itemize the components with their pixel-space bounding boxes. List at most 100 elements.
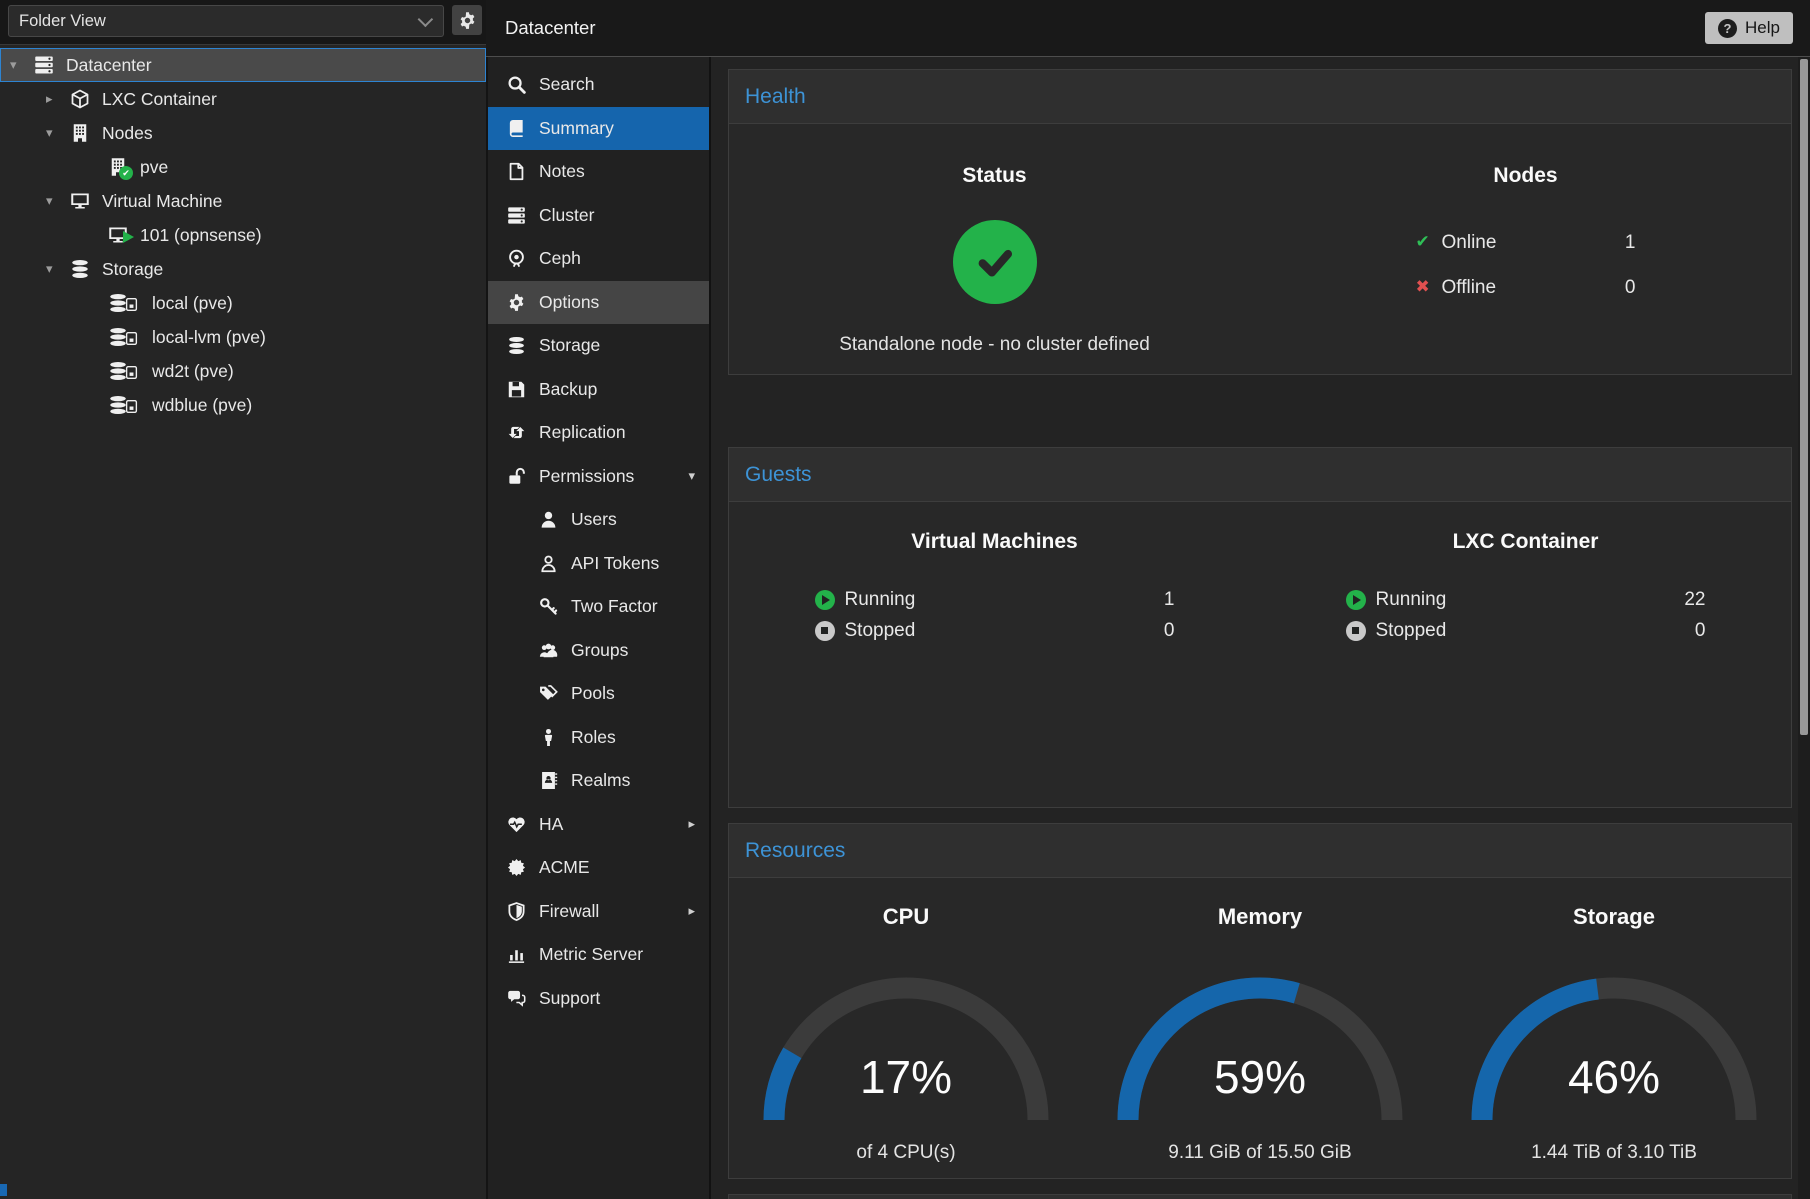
server-icon [506,205,527,226]
tree-item-local-lvm-pve[interactable]: local-lvm (pve) [0,320,486,354]
building-icon [70,123,94,143]
tree-item-local-pve[interactable]: local (pve) [0,286,486,320]
chart-icon [506,944,527,965]
cpu-sub-label: of 4 CPU(s) [856,1142,955,1164]
ceph-icon [506,248,527,269]
person-icon [539,728,558,747]
tree-item-storage[interactable]: ▾ Storage [0,252,486,286]
cross-icon: ✖ [1416,277,1442,297]
view-mode-select[interactable]: Folder View [8,5,444,37]
guest-status-value: 0 [1695,620,1706,642]
guest-status-row: Running1 [815,584,1175,615]
nav-item-ceph[interactable]: Ceph [488,237,709,281]
node-status-value: 0 [1625,277,1636,299]
tree-item-datacenter[interactable]: ▾Datacenter [0,48,486,82]
nav-item-two-factor[interactable]: Two Factor [488,585,709,629]
tree-bottom-accent [0,1184,7,1196]
node-status-row: ✔Online1 [1416,232,1636,277]
nav-item-label: Roles [571,727,616,748]
nav-item-search[interactable]: Search [488,63,709,107]
status-ok-icon [953,220,1037,304]
desktop-icon [108,225,132,245]
nav-item-realms[interactable]: Realms [488,759,709,803]
resources-panel: Resources CPU 17% of 4 CPU(s) Memory [728,823,1792,1179]
nav-item-notes[interactable]: Notes [488,150,709,194]
page-title: Datacenter [505,17,596,39]
key-icon [539,597,558,616]
storage-drive-icon [108,361,144,381]
note-icon [506,161,527,182]
tree-item-label: pve [140,157,168,178]
ceph-icon [507,249,526,268]
stopped-icon [815,621,835,641]
nav-item-label: Users [571,509,617,530]
cube-icon [70,89,90,109]
comments-icon [507,989,526,1008]
nav-item-permissions[interactable]: Permissions▾ [488,455,709,499]
nav-item-label: Firewall [539,901,599,922]
nav-item-users[interactable]: Users [488,498,709,542]
floppy-icon [506,379,527,400]
caret-expanded-icon[interactable]: ▾ [46,261,70,277]
tree-item-101-opnsense[interactable]: 101 (opnsense) [0,218,486,252]
nav-item-summary[interactable]: Summary [488,107,709,151]
content-scrollbar[interactable] [1798,57,1810,1199]
nav-item-label: Options [539,292,599,313]
nav-item-firewall[interactable]: Firewall▸ [488,890,709,934]
tree-item-pve[interactable]: ✔pve [0,150,486,184]
tree-item-virtual-machine[interactable]: ▾Virtual Machine [0,184,486,218]
nav-item-label: Cluster [539,205,594,226]
nav-item-ha[interactable]: HA▸ [488,803,709,847]
nav-item-support[interactable]: Support [488,977,709,1021]
nav-item-backup[interactable]: Backup [488,368,709,412]
cpu-gauge-column: CPU 17% of 4 CPU(s) [729,878,1083,1164]
caret-expanded-icon[interactable]: ▾ [46,193,70,209]
retweet-icon [506,422,527,443]
nav-item-api-tokens[interactable]: API Tokens [488,542,709,586]
nav-item-storage[interactable]: Storage [488,324,709,368]
retweet-icon [507,423,526,442]
memory-percent: 59% [1110,1050,1410,1104]
vm-heading: Virtual Machines [911,530,1078,554]
nav-item-replication[interactable]: Replication [488,411,709,455]
tree-settings-button[interactable] [452,5,482,35]
tree-item-nodes[interactable]: ▾Nodes [0,116,486,150]
nav-item-label: Ceph [539,248,581,269]
db-icon [507,336,526,355]
nav-item-pools[interactable]: Pools [488,672,709,716]
nav-item-acme[interactable]: ACME [488,846,709,890]
search-icon [507,75,526,94]
node-status-value: 1 [1625,232,1636,254]
guest-status-value: 1 [1164,589,1175,611]
help-button[interactable]: ? Help [1705,12,1793,44]
memory-gauge: 59% [1110,972,1410,1130]
guest-status-label: Stopped [1376,620,1447,642]
nav-item-groups[interactable]: Groups [488,629,709,673]
chevron-right-icon: ▸ [688,816,695,832]
tree-item-wdblue-pve[interactable]: wdblue (pve) [0,388,486,422]
guests-panel-title: Guests [729,448,1791,502]
node-status-row: ✖Offline0 [1416,277,1636,322]
guest-status-row: Running22 [1346,584,1706,615]
db-icon [506,335,527,356]
tree-item-lxc-container[interactable]: ▸ LXC Container [0,82,486,116]
caret-collapsed-icon[interactable]: ▸ [46,91,70,107]
shield-icon [506,901,527,922]
nav-item-cluster[interactable]: Cluster [488,194,709,238]
tags-icon [539,684,558,703]
tree-item-wd2t-pve[interactable]: wd2t (pve) [0,354,486,388]
nav-item-roles[interactable]: Roles [488,716,709,760]
nav-item-options[interactable]: Options [488,281,709,325]
content-area: Health Status Standalone node - no clust… [711,57,1810,1199]
tree-item-label: Storage [102,259,163,280]
book-icon [507,119,526,138]
caret-expanded-icon[interactable]: ▾ [46,125,70,141]
nodes-table: ✔Online1✖Offline0 [1416,232,1636,322]
scrollbar-thumb[interactable] [1800,59,1808,735]
addressbook-icon [538,770,559,791]
caret-expanded-icon[interactable]: ▾ [10,57,34,73]
tree-item-label: LXC Container [102,89,217,110]
nav-item-metric-server[interactable]: Metric Server [488,933,709,977]
user-icon [538,509,559,530]
comments-icon [506,988,527,1009]
